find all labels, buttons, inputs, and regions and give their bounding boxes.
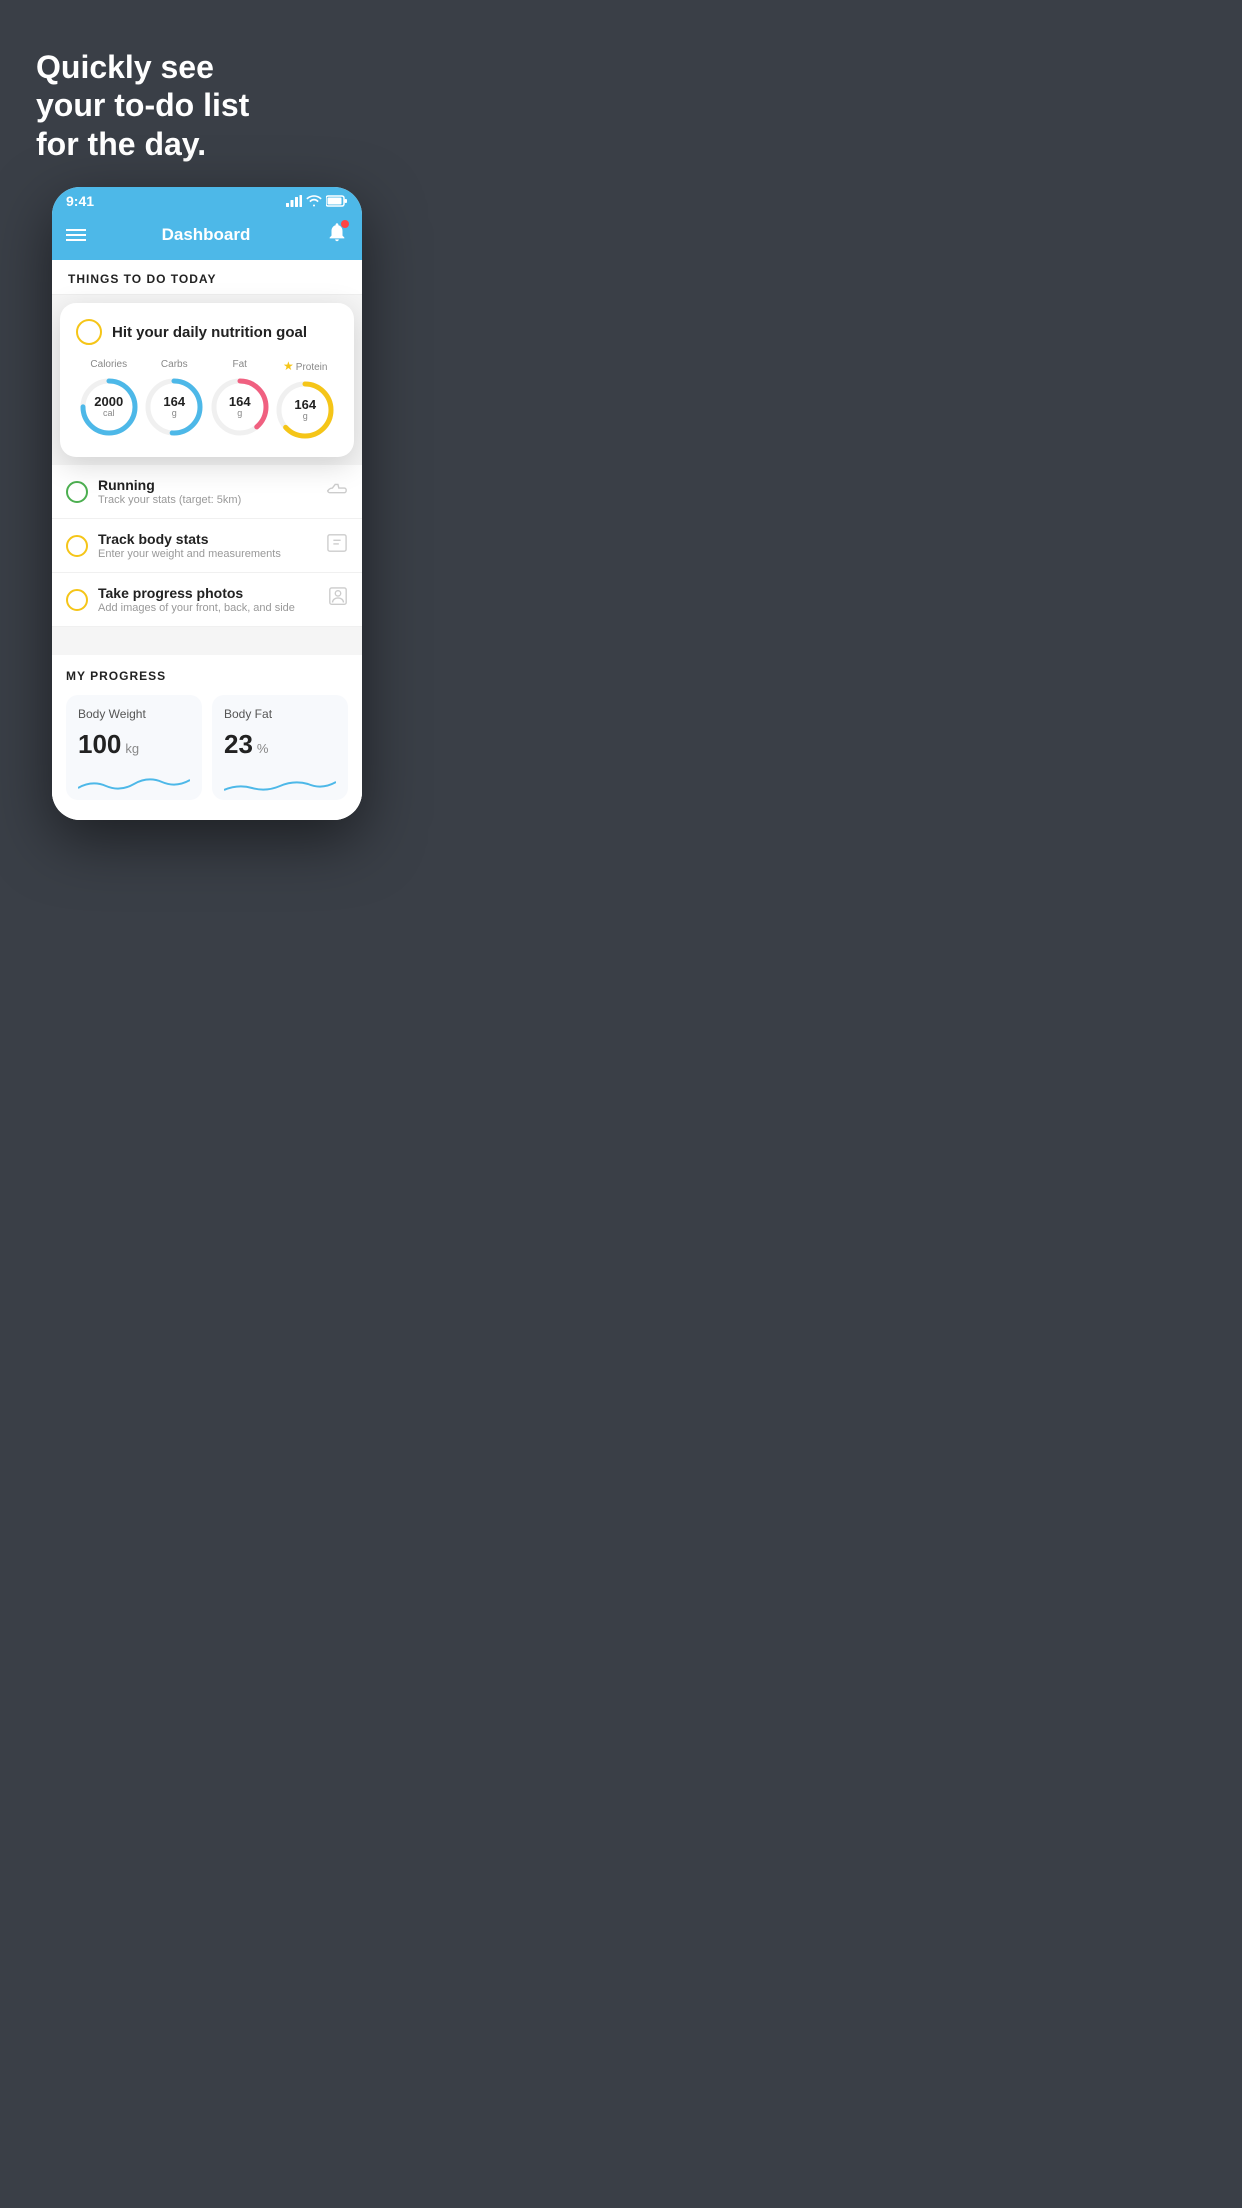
carbs-item: Carbs 164 g xyxy=(143,359,205,438)
nutrition-card-title: Hit your daily nutrition goal xyxy=(112,324,307,341)
running-checkbox[interactable] xyxy=(66,481,88,503)
progress-cards: Body Weight 100 kg Body Fat xyxy=(66,695,348,800)
calories-unit: cal xyxy=(94,409,123,419)
body-weight-title: Body Weight xyxy=(78,707,190,721)
status-time: 9:41 xyxy=(66,193,94,209)
photos-checkbox[interactable] xyxy=(66,589,88,611)
photos-subtitle: Add images of your front, back, and side xyxy=(98,602,318,614)
nav-title: Dashboard xyxy=(162,225,251,245)
status-bar: 9:41 xyxy=(52,187,362,213)
fat-chart: 164 g xyxy=(209,376,271,438)
headline: Quickly see your to-do list for the day. xyxy=(0,0,414,187)
carbs-chart: 164 g xyxy=(143,376,205,438)
things-today-header: THINGS TO DO TODAY xyxy=(52,260,362,295)
progress-header: MY PROGRESS xyxy=(66,669,348,683)
body-fat-wave xyxy=(224,768,336,800)
body-fat-unit: % xyxy=(257,741,269,756)
battery-icon xyxy=(326,195,348,207)
body-fat-value-row: 23 % xyxy=(224,729,336,760)
body-weight-wave xyxy=(78,768,190,800)
notification-button[interactable] xyxy=(326,221,348,248)
nutrition-title-row: Hit your daily nutrition goal xyxy=(76,319,338,345)
running-title: Running xyxy=(98,477,316,493)
body-weight-value: 100 xyxy=(78,729,121,760)
page-wrapper: Quickly see your to-do list for the day.… xyxy=(0,0,414,860)
protein-item: ★Protein 164 g xyxy=(274,359,336,441)
protein-label: ★Protein xyxy=(274,359,336,373)
todo-photos[interactable]: Take progress photos Add images of your … xyxy=(52,573,362,627)
headline-line1: Quickly see xyxy=(36,48,378,86)
carbs-label: Carbs xyxy=(143,359,205,370)
photos-text: Take progress photos Add images of your … xyxy=(98,585,318,614)
body-stats-subtitle: Enter your weight and measurements xyxy=(98,548,316,560)
body-fat-card[interactable]: Body Fat 23 % xyxy=(212,695,348,800)
nutrition-card[interactable]: Hit your daily nutrition goal Calories xyxy=(60,303,354,457)
person-icon xyxy=(328,586,348,613)
photos-title: Take progress photos xyxy=(98,585,318,601)
body-weight-unit: kg xyxy=(125,741,139,756)
nutrition-circles: Calories 2000 cal xyxy=(76,359,338,441)
bottom-padding xyxy=(52,800,362,820)
signal-icon xyxy=(286,195,302,207)
phone-mockup: 9:41 xyxy=(52,187,362,820)
body-fat-value: 23 xyxy=(224,729,253,760)
nav-bar: Dashboard xyxy=(52,213,362,260)
fat-label: Fat xyxy=(209,359,271,370)
todo-list: Running Track your stats (target: 5km) T… xyxy=(52,465,362,627)
headline-line3: for the day. xyxy=(36,125,378,163)
calories-chart: 2000 cal xyxy=(78,376,140,438)
body-weight-card[interactable]: Body Weight 100 kg xyxy=(66,695,202,800)
status-icons xyxy=(286,195,348,207)
body-stats-text: Track body stats Enter your weight and m… xyxy=(98,531,316,560)
calories-item: Calories 2000 cal xyxy=(78,359,140,438)
scale-icon xyxy=(326,533,348,558)
carbs-unit: g xyxy=(163,409,185,419)
fat-value: 164 xyxy=(229,395,251,409)
calories-label: Calories xyxy=(78,359,140,370)
progress-section: MY PROGRESS Body Weight 100 kg xyxy=(52,655,362,800)
todo-running[interactable]: Running Track your stats (target: 5km) xyxy=(52,465,362,519)
nutrition-checkbox[interactable] xyxy=(76,319,102,345)
phone-content: THINGS TO DO TODAY Hit your daily nutrit… xyxy=(52,260,362,820)
star-icon: ★ xyxy=(283,359,294,373)
todo-body-stats[interactable]: Track body stats Enter your weight and m… xyxy=(52,519,362,573)
spacer xyxy=(52,627,362,647)
running-subtitle: Track your stats (target: 5km) xyxy=(98,494,316,506)
body-stats-title: Track body stats xyxy=(98,531,316,547)
protein-value: 164 xyxy=(294,398,316,412)
body-weight-value-row: 100 kg xyxy=(78,729,190,760)
calories-value: 2000 xyxy=(94,395,123,409)
wifi-icon xyxy=(306,195,322,207)
running-text: Running Track your stats (target: 5km) xyxy=(98,477,316,506)
fat-unit: g xyxy=(229,409,251,419)
protein-chart: 164 g xyxy=(274,379,336,441)
body-fat-title: Body Fat xyxy=(224,707,336,721)
protein-unit: g xyxy=(294,412,316,422)
fat-item: Fat 164 g xyxy=(209,359,271,438)
shoe-icon xyxy=(326,480,348,503)
hamburger-button[interactable] xyxy=(66,229,86,241)
bottom-space xyxy=(0,820,414,860)
body-stats-checkbox[interactable] xyxy=(66,535,88,557)
headline-line2: your to-do list xyxy=(36,86,378,124)
carbs-value: 164 xyxy=(163,395,185,409)
